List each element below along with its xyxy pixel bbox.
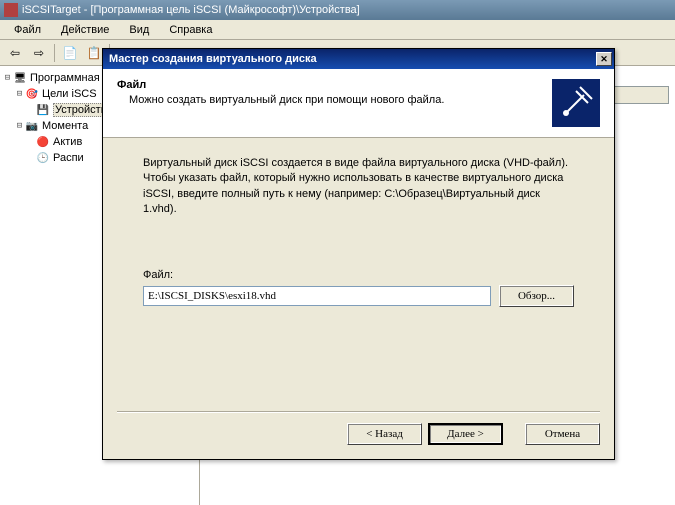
- menu-action[interactable]: Действие: [53, 22, 117, 38]
- dialog-header-subtitle: Можно создать виртуальный диск при помощ…: [117, 94, 552, 106]
- browse-button[interactable]: Обзор...: [499, 285, 574, 307]
- wizard-dialog: Мастер создания виртуального диска ✕ Фай…: [102, 48, 615, 460]
- wizard-icon: [552, 79, 600, 127]
- cancel-button[interactable]: Отмена: [525, 423, 600, 445]
- back-button[interactable]: < Назад: [347, 423, 422, 445]
- back-button[interactable]: ⇦: [4, 42, 26, 64]
- dialog-header-title: Файл: [117, 79, 552, 91]
- disk-icon: 💾: [36, 103, 50, 117]
- dialog-instruction-text: Виртуальный диск iSCSI создается в виде …: [143, 156, 574, 218]
- dialog-footer: < Назад Далее > Отмена: [117, 412, 600, 445]
- toolbar-separator: [54, 44, 55, 62]
- collapse-icon[interactable]: ⊟: [2, 73, 13, 83]
- snapshot-icon: 🔴: [36, 135, 50, 149]
- close-button[interactable]: ✕: [596, 52, 612, 66]
- dialog-titlebar: Мастер создания виртуального диска ✕: [103, 49, 614, 69]
- next-button[interactable]: Далее >: [428, 423, 503, 445]
- file-path-input[interactable]: [143, 286, 491, 306]
- forward-button[interactable]: ⇨: [28, 42, 50, 64]
- menu-file[interactable]: Файл: [6, 22, 49, 38]
- collapse-icon[interactable]: ⊟: [14, 121, 25, 131]
- clock-icon: 🕒: [36, 151, 50, 165]
- dialog-title: Мастер создания виртуального диска: [109, 53, 317, 65]
- main-window-title: iSCSITarget - [Программная цель iSCSI (М…: [22, 4, 360, 16]
- dialog-header: Файл Можно создать виртуальный диск при …: [103, 69, 614, 138]
- collapse-icon[interactable]: ⊟: [14, 89, 25, 99]
- menubar: Файл Действие Вид Справка: [0, 20, 675, 40]
- file-field-label: Файл:: [143, 268, 574, 283]
- server-icon: 🖥: [13, 71, 27, 85]
- camera-icon: 📷: [25, 119, 39, 133]
- dialog-body: Виртуальный диск iSCSI создается в виде …: [103, 138, 614, 325]
- main-window-titlebar: iSCSITarget - [Программная цель iSCSI (М…: [0, 0, 675, 20]
- target-icon: 🎯: [25, 87, 39, 101]
- app-icon: [4, 3, 18, 17]
- menu-help[interactable]: Справка: [161, 22, 220, 38]
- menu-view[interactable]: Вид: [121, 22, 157, 38]
- create-vdisk-button[interactable]: 📄: [59, 42, 81, 64]
